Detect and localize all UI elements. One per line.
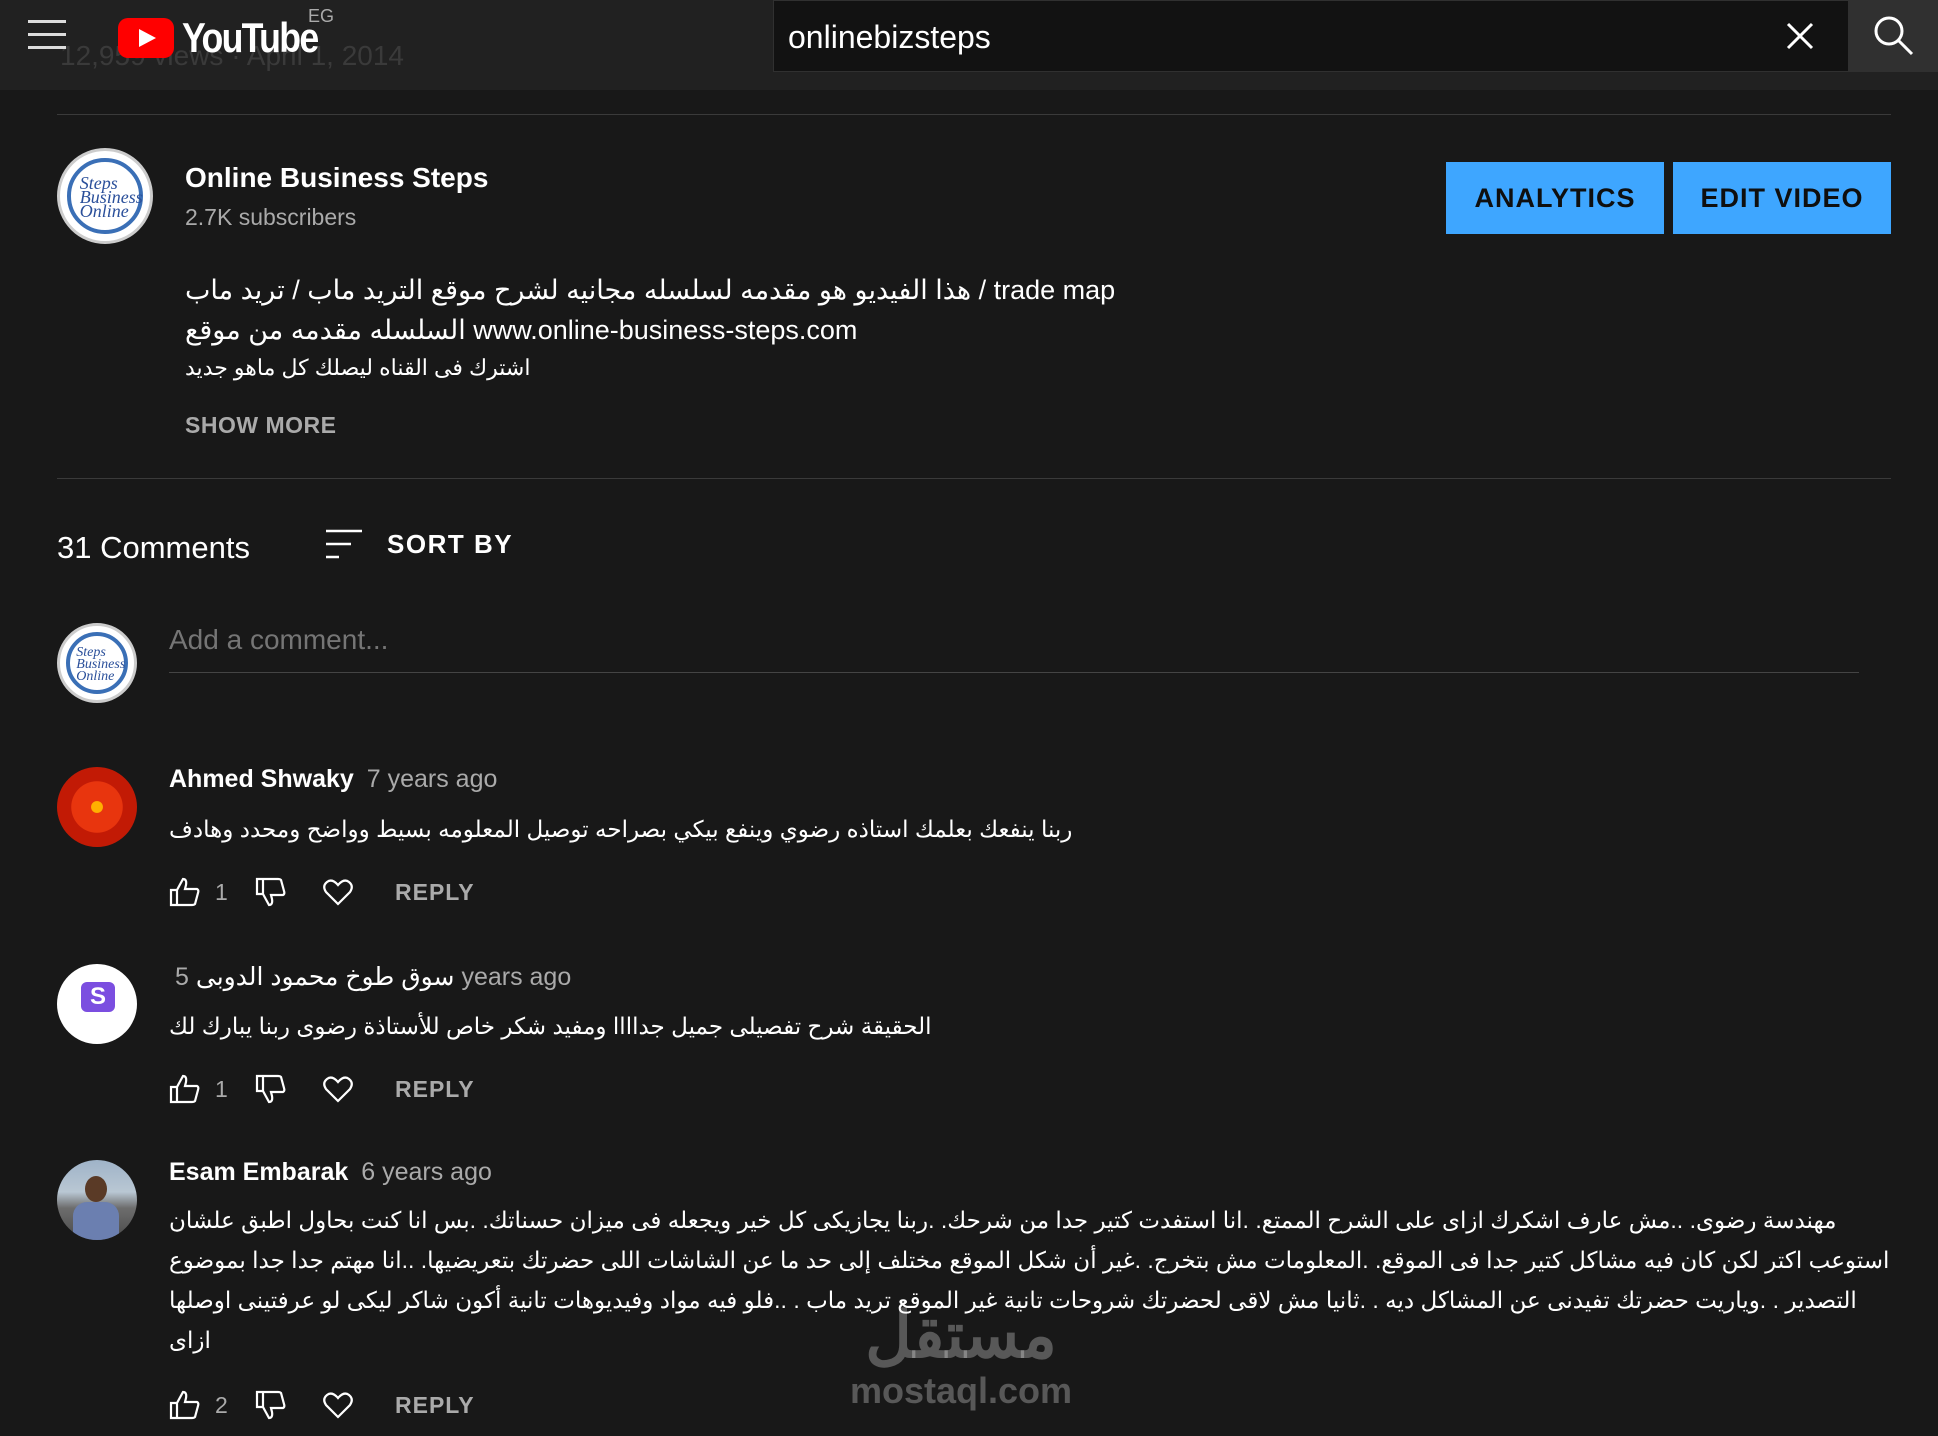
search-box[interactable] [773,0,1849,73]
top-bar: 12,959 views · April 1, 2014 YouTube EG [0,0,1938,90]
reply-button[interactable]: REPLY [395,879,475,906]
edit-video-button[interactable]: EDIT VIDEO [1673,162,1891,234]
heart-icon[interactable] [323,1075,353,1103]
dislike-icon[interactable] [255,1074,287,1104]
comment: S سوق طوخ محمود الدوبى 5 years ago الحقي… [57,962,1891,1112]
like-icon[interactable] [169,877,201,907]
comment-text: ربنا ينفعك بعلمك استاذه رضوي وينفع بيكي … [169,816,1073,842]
comments-count: 31 Comments [57,530,250,565]
like-icon[interactable] [169,1074,201,1104]
like-icon[interactable] [169,1390,201,1420]
commenter-avatar[interactable] [57,767,137,847]
heart-icon[interactable] [323,878,353,906]
like-count: 2 [215,1391,228,1418]
channel-name[interactable]: Online Business Steps [185,162,488,194]
region-code: EG [308,6,335,26]
mostaql-watermark: مستقل mostaql.com [850,1299,1073,1411]
youtube-logo[interactable]: YouTube EG [118,6,341,62]
divider [57,478,1891,479]
search-input[interactable] [786,1,1750,73]
comment-actions: 1 REPLY [169,877,475,907]
comment: Ahmed Shwaky 7 years ago ربنا ينفعك بعلم… [57,765,1891,915]
search-icon [1874,16,1914,56]
like-count: 1 [215,878,228,905]
channel-avatar[interactable]: Steps Business Online [57,148,153,244]
comment-text-line: استوعب اكتر لكن كان فيه مشاكل كتير جدا ف… [169,1247,1890,1273]
comment-author[interactable]: سوق طوخ محمود الدوبى [196,963,455,991]
comment-author[interactable]: Esam Embarak [169,1158,348,1186]
comment-text-line: ازاى [169,1327,211,1353]
comment-time[interactable]: 7 years ago [367,765,498,793]
comment-actions: 1 REPLY [169,1074,475,1104]
comment-time[interactable]: 6 years ago [361,1158,492,1186]
comment-text: الحقيقة شرح تفصيلى جميل جداااا ومفيد شكر… [169,1013,932,1039]
dislike-icon[interactable] [255,877,287,907]
show-more-button[interactable]: SHOW MORE [185,412,336,439]
comment-actions: 2 REPLY [169,1390,475,1420]
analytics-button[interactable]: ANALYTICS [1446,162,1664,234]
subscriber-count: 2.7K subscribers [185,204,357,230]
sort-by-button[interactable]: SORT BY [325,528,513,560]
user-avatar: Steps Business Online [57,623,137,703]
comment-text-line: مهندسة رضوى. ..مش عارف اشكرك ازاى على ال… [169,1207,1837,1233]
divider [57,114,1891,115]
like-count: 1 [215,1075,228,1102]
reply-button[interactable]: REPLY [395,1392,475,1419]
add-comment-input[interactable] [169,624,1859,656]
description-line: السلسله مقدمه من موقع www.online-busines… [185,315,858,345]
clear-icon[interactable] [1782,18,1818,54]
description-line: اشترك فى القناه ليصلك كل ماهو جديد [185,355,531,380]
heart-icon[interactable] [323,1391,353,1419]
comment-author[interactable]: Ahmed Shwaky [169,765,354,793]
dislike-icon[interactable] [255,1390,287,1420]
description-line: هذا الفيديو هو مقدمه لسلسله مجانيه لشرح … [185,275,1116,305]
menu-icon[interactable] [28,20,66,50]
add-comment-field[interactable] [169,624,1859,673]
search-button[interactable] [1848,0,1938,72]
commenter-avatar[interactable]: S [57,964,137,1044]
play-icon [118,18,174,58]
reply-button[interactable]: REPLY [395,1076,475,1103]
commenter-avatar[interactable] [57,1160,137,1240]
sort-icon [326,529,362,559]
